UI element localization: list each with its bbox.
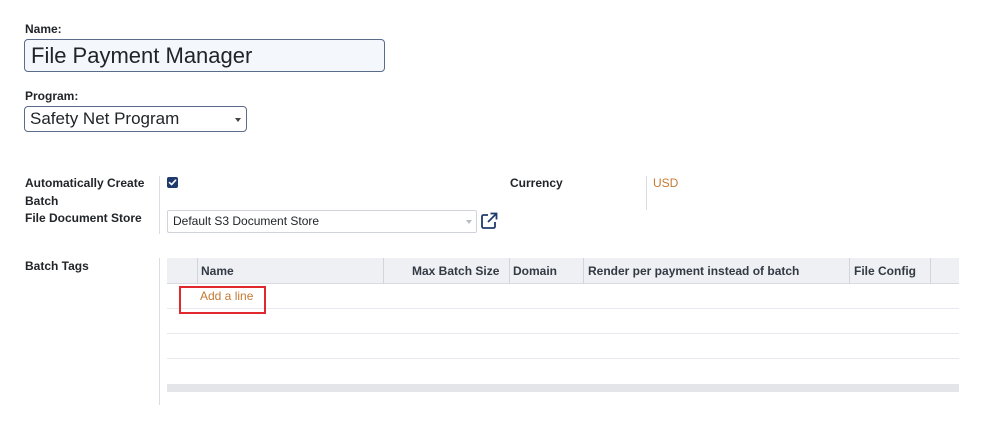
auto-create-label-line1: Automatically Create <box>25 176 145 190</box>
batch-tags-label: Batch Tags <box>25 259 89 273</box>
batch-tags-table: Name Max Batch Size Domain Render per pa… <box>167 258 959 359</box>
column-divider <box>509 258 510 284</box>
program-label: Program: <box>25 89 79 103</box>
label-separator <box>159 258 160 405</box>
program-select-value: Safety Net Program <box>30 109 180 128</box>
label-separator <box>159 176 160 234</box>
column-divider <box>930 258 931 284</box>
table-footer <box>167 384 959 392</box>
column-header-render-per-payment[interactable]: Render per payment instead of batch <box>588 258 799 284</box>
table-row <box>167 334 959 359</box>
column-header-domain[interactable]: Domain <box>513 258 557 284</box>
program-select[interactable]: Safety Net Program <box>24 106 247 132</box>
file-store-label: File Document Store <box>25 211 142 225</box>
column-divider <box>583 258 584 284</box>
name-input[interactable]: File Payment Manager <box>24 39 385 72</box>
chevron-down-icon <box>235 118 241 122</box>
name-label: Name: <box>25 22 62 36</box>
table-row: Add a line <box>167 284 959 309</box>
column-header-name[interactable]: Name <box>201 258 234 284</box>
currency-link[interactable]: USD <box>653 175 678 191</box>
column-header-max-batch-size[interactable]: Max Batch Size <box>412 258 499 284</box>
highlight-box <box>179 286 266 314</box>
table-row <box>167 309 959 334</box>
chevron-down-icon <box>466 220 472 224</box>
checkmark-icon <box>168 179 177 186</box>
auto-create-label-line2: Batch <box>25 194 59 208</box>
external-link-icon[interactable] <box>480 212 498 230</box>
column-header-file-config[interactable]: File Config <box>854 258 916 284</box>
file-store-select[interactable]: Default S3 Document Store <box>167 210 477 233</box>
column-divider <box>849 258 850 284</box>
table-header: Name Max Batch Size Domain Render per pa… <box>167 258 959 284</box>
currency-label: Currency <box>510 176 563 190</box>
auto-create-checkbox[interactable] <box>167 177 178 188</box>
column-divider <box>383 258 384 284</box>
column-divider <box>197 258 198 284</box>
label-separator <box>646 176 647 210</box>
file-store-select-value: Default S3 Document Store <box>173 214 320 228</box>
